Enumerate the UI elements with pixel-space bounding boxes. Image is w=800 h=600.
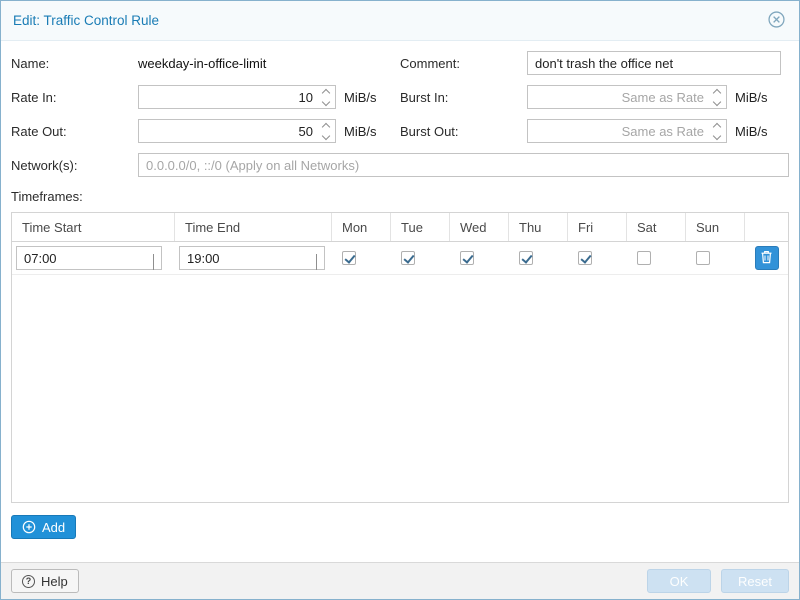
- form-left-column: Name: weekday-in-office-limit Rate In: M…: [11, 51, 400, 153]
- burst-in-label: Burst In:: [400, 90, 527, 105]
- comment-row: Comment:: [400, 51, 789, 75]
- checkbox-wed[interactable]: [460, 251, 474, 265]
- spinner-up-icon: [322, 88, 330, 96]
- reset-button[interactable]: Reset: [721, 569, 789, 593]
- column-header-actions: [745, 213, 788, 241]
- help-button[interactable]: ? Help: [11, 569, 79, 593]
- burst-out-label: Burst Out:: [400, 124, 527, 139]
- add-button-label: Add: [42, 520, 65, 535]
- form-right-column: Comment: Burst In: MiB/s Burst O: [400, 51, 789, 153]
- time-end-input[interactable]: [179, 246, 325, 270]
- spinner-up-icon: [322, 122, 330, 130]
- close-icon: [768, 11, 785, 31]
- column-header-thu[interactable]: Thu: [509, 213, 568, 241]
- add-button[interactable]: Add: [11, 515, 76, 539]
- rate-out-label: Rate Out:: [11, 124, 138, 139]
- add-icon: [22, 520, 36, 534]
- column-header-sat[interactable]: Sat: [627, 213, 686, 241]
- rate-in-input[interactable]: [138, 85, 336, 109]
- table-empty-area: [12, 275, 788, 502]
- column-header-time-end[interactable]: Time End: [175, 213, 332, 241]
- name-value: weekday-in-office-limit: [138, 56, 266, 71]
- checkbox-fri[interactable]: [578, 251, 592, 265]
- column-header-tue[interactable]: Tue: [391, 213, 450, 241]
- column-header-fri[interactable]: Fri: [568, 213, 627, 241]
- spinner-down-icon: [322, 97, 330, 105]
- dialog-titlebar: Edit: Traffic Control Rule: [1, 1, 799, 41]
- dialog-content: Name: weekday-in-office-limit Rate In: M…: [1, 41, 799, 562]
- dialog-footer: ? Help OK Reset: [1, 562, 799, 599]
- chevron-down-icon[interactable]: [153, 254, 154, 269]
- dialog-title: Edit: Traffic Control Rule: [13, 13, 159, 28]
- timeframes-label: Timeframes:: [11, 189, 789, 204]
- checkbox-sat[interactable]: [637, 251, 651, 265]
- spinner-up-icon: [713, 88, 721, 96]
- delete-row-button[interactable]: [755, 246, 779, 270]
- rate-in-row: Rate In: MiB/s: [11, 85, 400, 109]
- chevron-down-icon[interactable]: [316, 254, 317, 269]
- burst-in-unit: MiB/s: [735, 90, 768, 105]
- table-header: Time Start Time End Mon Tue Wed Thu Fri …: [12, 213, 788, 242]
- time-end-combo: [179, 246, 325, 270]
- networks-input[interactable]: [138, 153, 789, 177]
- checkbox-tue[interactable]: [401, 251, 415, 265]
- time-start-input[interactable]: [16, 246, 162, 270]
- help-button-label: Help: [41, 574, 68, 589]
- rate-out-row: Rate Out: MiB/s: [11, 119, 400, 143]
- name-row: Name: weekday-in-office-limit: [11, 51, 400, 75]
- burst-in-input[interactable]: [527, 85, 727, 109]
- burst-out-unit: MiB/s: [735, 124, 768, 139]
- spinner-down-icon: [713, 97, 721, 105]
- timeframes-table: Time Start Time End Mon Tue Wed Thu Fri …: [11, 212, 789, 503]
- rate-in-label: Rate In:: [11, 90, 138, 105]
- rate-out-unit: MiB/s: [344, 124, 377, 139]
- column-header-sun[interactable]: Sun: [686, 213, 745, 241]
- name-label: Name:: [11, 56, 138, 71]
- burst-out-input[interactable]: [527, 119, 727, 143]
- ok-button[interactable]: OK: [647, 569, 711, 593]
- spinner-up-icon: [713, 122, 721, 130]
- checkbox-thu[interactable]: [519, 251, 533, 265]
- spinner-down-icon: [713, 131, 721, 139]
- column-header-wed[interactable]: Wed: [450, 213, 509, 241]
- networks-row: Network(s):: [11, 153, 789, 177]
- burst-out-row: Burst Out: MiB/s: [400, 119, 789, 143]
- rate-out-spinner[interactable]: [319, 119, 333, 143]
- column-header-mon[interactable]: Mon: [332, 213, 391, 241]
- rate-out-input[interactable]: [138, 119, 336, 143]
- time-start-combo: [16, 246, 162, 270]
- comment-input[interactable]: [527, 51, 781, 75]
- trash-icon: [760, 250, 773, 267]
- burst-in-spinner[interactable]: [710, 85, 724, 109]
- column-header-time-start[interactable]: Time Start: [12, 213, 175, 241]
- checkbox-sun[interactable]: [696, 251, 710, 265]
- question-circle-icon: ?: [22, 575, 35, 588]
- comment-label: Comment:: [400, 56, 527, 71]
- burst-out-spinner[interactable]: [710, 119, 724, 143]
- close-button[interactable]: [766, 9, 787, 33]
- spinner-down-icon: [322, 131, 330, 139]
- rate-in-spinner[interactable]: [319, 85, 333, 109]
- table-row: [12, 242, 788, 275]
- rate-in-unit: MiB/s: [344, 90, 377, 105]
- burst-in-row: Burst In: MiB/s: [400, 85, 789, 109]
- networks-label: Network(s):: [11, 158, 138, 173]
- checkbox-mon[interactable]: [342, 251, 356, 265]
- footer-actions: OK Reset: [647, 569, 789, 593]
- edit-traffic-control-rule-dialog: Edit: Traffic Control Rule Name: weekday…: [0, 0, 800, 600]
